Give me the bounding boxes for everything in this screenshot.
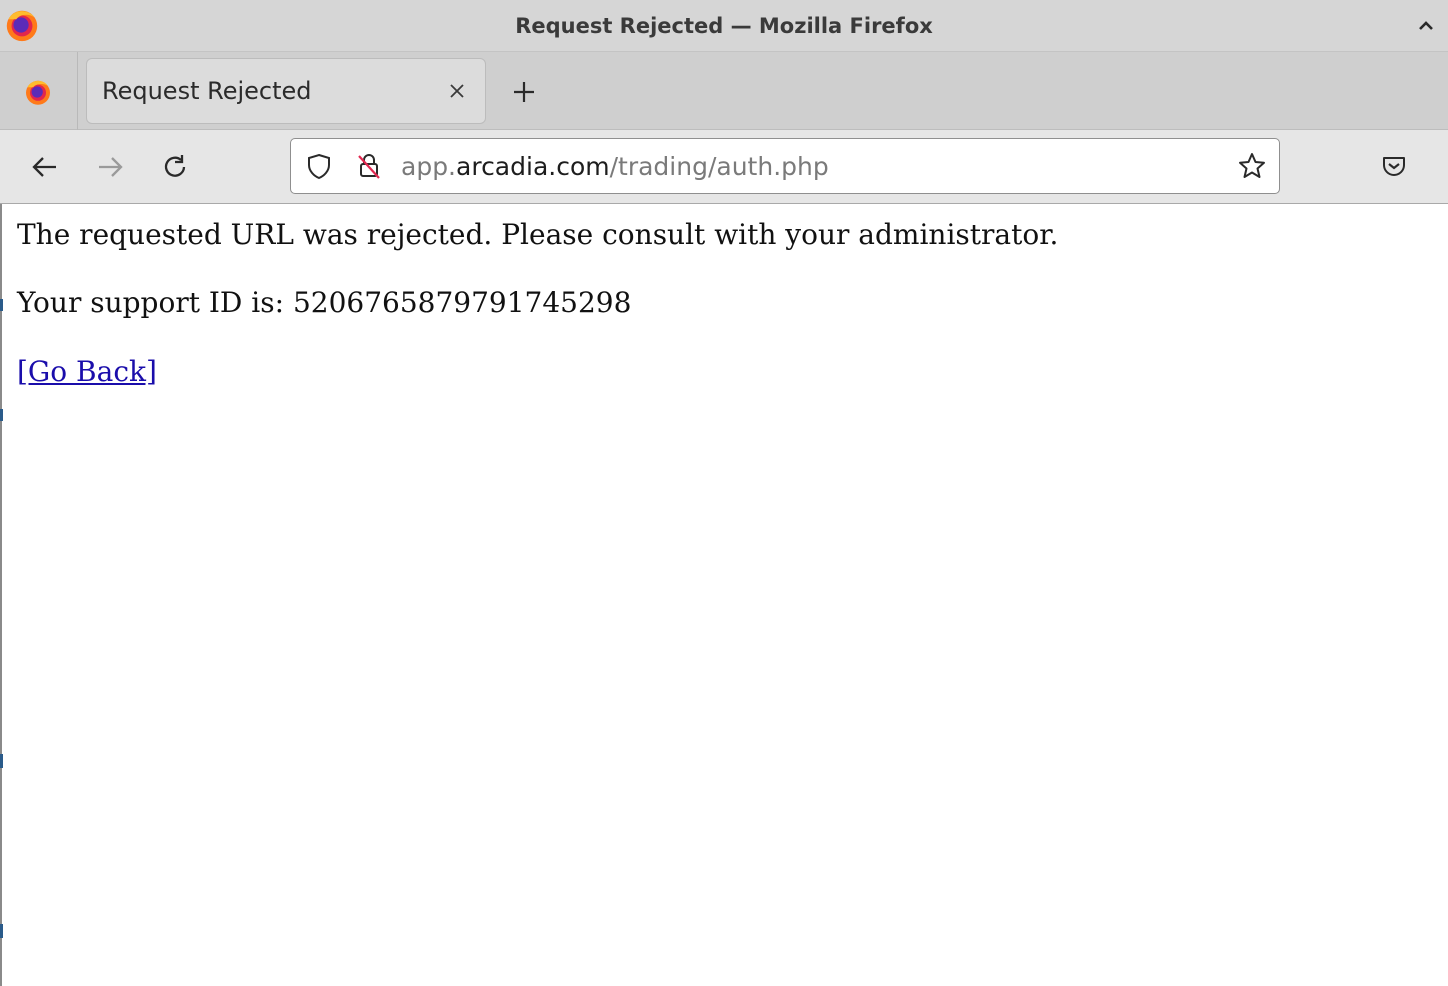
support-id-line: Your support ID is: 5206765879791745298 — [17, 286, 631, 319]
support-id-label: Your support ID is: — [17, 286, 293, 319]
forward-arrow-icon[interactable] — [95, 152, 125, 182]
back-arrow-icon[interactable] — [30, 152, 60, 182]
firefox-logo-icon — [26, 80, 50, 105]
plus-icon[interactable] — [510, 78, 538, 106]
collapse-chevron-icon[interactable] — [1416, 16, 1436, 36]
url-path: /trading/auth.php — [609, 152, 829, 181]
rejection-message: The requested URL was rejected. Please c… — [17, 218, 1059, 251]
tab-label: Request Rejected — [102, 77, 312, 105]
support-id-value: 5206765879791745298 — [292, 286, 632, 319]
url-domain: arcadia.com — [456, 152, 610, 181]
navigation-toolbar: app.arcadia.com/trading/auth.php — [0, 130, 1448, 204]
tab-request-rejected[interactable]: Request Rejected — [86, 58, 486, 124]
pocket-icon[interactable] — [1380, 152, 1408, 180]
browser-window: Request Rejected — Mozilla Firefox Reque… — [0, 0, 1448, 986]
go-back-link[interactable]: [Go Back] — [17, 355, 157, 388]
edge-mark — [0, 299, 3, 311]
close-icon[interactable] — [447, 81, 467, 101]
star-icon[interactable] — [1237, 151, 1267, 181]
reload-icon[interactable] — [160, 152, 190, 182]
url-bar[interactable]: app.arcadia.com/trading/auth.php — [290, 138, 1280, 194]
insecure-lock-icon[interactable] — [355, 152, 383, 180]
url-text[interactable]: app.arcadia.com/trading/auth.php — [401, 152, 829, 181]
edge-mark — [0, 924, 3, 938]
edge-mark — [0, 754, 3, 768]
title-bar: Request Rejected — Mozilla Firefox — [0, 0, 1448, 52]
url-prefix: app. — [401, 152, 457, 181]
firefox-view-button[interactable] — [0, 52, 78, 130]
shield-icon[interactable] — [305, 152, 333, 180]
tab-strip: Request Rejected — [0, 52, 1448, 130]
edge-mark — [0, 409, 3, 421]
window-title: Request Rejected — Mozilla Firefox — [515, 14, 933, 38]
page-content: The requested URL was rejected. Please c… — [0, 204, 1448, 986]
